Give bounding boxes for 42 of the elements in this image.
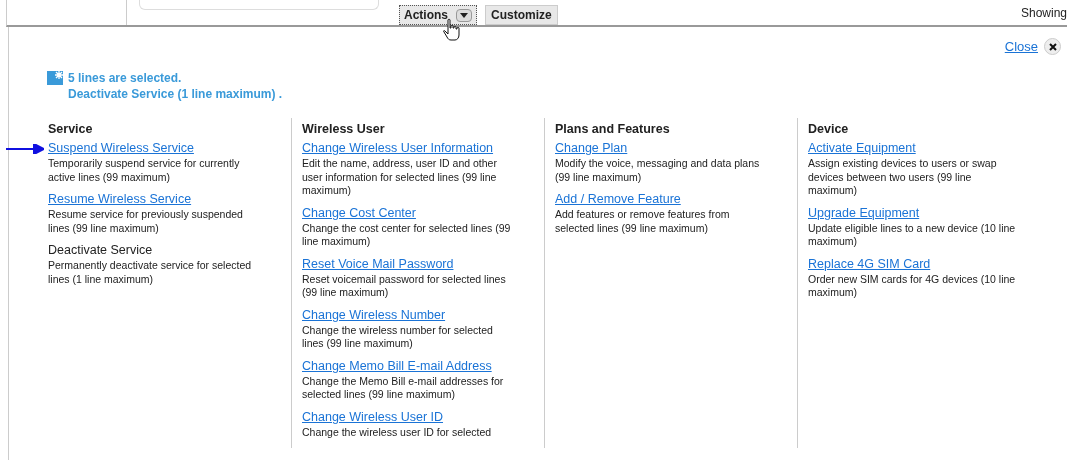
action-description: Assign existing devices to users or swap devices between two users (99 line maximum): [808, 157, 998, 198]
action-link[interactable]: Change Memo Bill E-mail Address: [302, 358, 492, 374]
action-link[interactable]: Suspend Wireless Service: [48, 141, 194, 157]
action-description: Resume service for previously suspended lines (99 line maximum): [48, 208, 244, 236]
action-link[interactable]: Replace 4G SIM Card: [808, 256, 931, 272]
column-heading: Service: [48, 120, 94, 138]
action-link[interactable]: Change Wireless Number: [302, 307, 446, 323]
action-link[interactable]: Change Wireless User ID: [302, 409, 443, 425]
action-label: Deactivate Service: [48, 243, 153, 259]
action-description: Order new SIM cards for 4G devices (10 line maximum): [808, 272, 1017, 300]
actions-button[interactable]: Actions: [399, 5, 477, 25]
column-heading: Device: [808, 120, 850, 138]
action-link[interactable]: Change Cost Center: [302, 205, 416, 221]
action-description: Edit the name, address, user ID and other user information for selected lines (99 line maximum): [302, 157, 498, 198]
action-description: Permanently deactivate service for selected lines (1 line maximum): [48, 259, 253, 287]
close-link[interactable]: Close: [1004, 37, 1038, 57]
action-link[interactable]: Reset Voice Mail Password: [302, 256, 454, 272]
column-heading: Wireless User: [302, 120, 386, 138]
hand-cursor-icon: [443, 18, 461, 42]
action-description: Modify the voice, messaging and data plans (99 line maximum): [555, 157, 761, 185]
action-description: Change the wireless user ID for selected: [302, 425, 493, 440]
info-icon: [47, 70, 63, 85]
action-description: Add features or remove features from selected lines (99 line maximum): [555, 208, 731, 236]
limit-message: Deactivate Service (1 line maximum) .: [68, 85, 283, 102]
action-link[interactable]: Change Plan: [555, 141, 628, 157]
action-link[interactable]: Resume Wireless Service: [48, 192, 192, 208]
selection-message: 5 lines are selected.: [68, 69, 183, 86]
close-icon[interactable]: [1044, 38, 1061, 56]
action-link[interactable]: Activate Equipment: [808, 141, 916, 157]
action-description: Temporarily suspend service for currently active lines (99 maximum): [48, 157, 241, 185]
action-link[interactable]: Change Wireless User Information: [302, 141, 494, 157]
action-description: Change the cost center for selected lines (99 line maximum): [302, 221, 512, 249]
action-description: Change the Memo Bill e-mail addresses for selected lines (99 line maximum): [302, 374, 505, 402]
column-heading: Plans and Features: [555, 120, 671, 138]
action-description: Update eligible lines to a new device (10 line maximum): [808, 221, 1017, 249]
action-link[interactable]: Add / Remove Feature: [555, 192, 681, 208]
action-description: Reset voicemail password for selected lines (99 line maximum): [302, 272, 507, 300]
action-description: Change the wireless number for selected lines (99 line maximum): [302, 323, 494, 351]
dropdown-icon: [456, 8, 472, 22]
action-link[interactable]: Upgrade Equipment: [808, 205, 920, 221]
customize-button[interactable]: Customize: [485, 5, 558, 25]
showing-text: Showing: [1020, 5, 1067, 22]
